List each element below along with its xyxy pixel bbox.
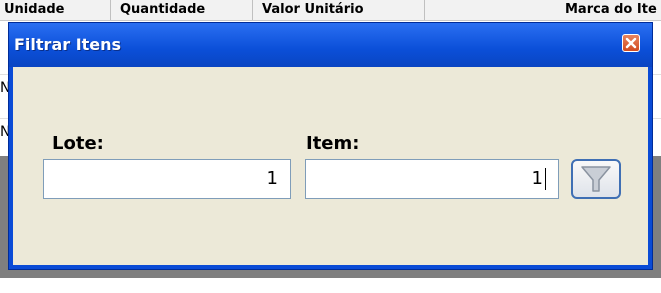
column-header-unidade: Unidade — [4, 2, 65, 17]
background-table-header: Unidade Quantidade Valor Unitário Marca … — [0, 0, 661, 21]
dialog-title: Filtrar Itens — [14, 35, 122, 54]
text-caret — [545, 168, 546, 190]
column-header-valor-unitario: Valor Unitário — [262, 2, 364, 17]
close-icon — [625, 37, 637, 49]
column-header-marca: Marca do Ite — [565, 2, 657, 17]
filter-dialog: Filtrar Itens Lote: 1 Item: 1 — [8, 22, 653, 270]
item-label: Item: — [306, 133, 360, 154]
dialog-titlebar[interactable]: Filtrar Itens — [9, 23, 652, 67]
dialog-content: Lote: 1 Item: 1 — [13, 67, 648, 265]
lote-input[interactable]: 1 — [43, 159, 291, 199]
close-button[interactable] — [622, 34, 640, 52]
background-footer — [0, 278, 661, 293]
lote-value: 1 — [266, 168, 278, 189]
column-header-quantidade: Quantidade — [120, 2, 206, 17]
lote-label: Lote: — [52, 133, 104, 154]
item-value: 1 — [531, 168, 543, 189]
filter-icon — [581, 166, 611, 192]
filter-button[interactable] — [571, 159, 621, 199]
item-input[interactable]: 1 — [305, 159, 559, 199]
